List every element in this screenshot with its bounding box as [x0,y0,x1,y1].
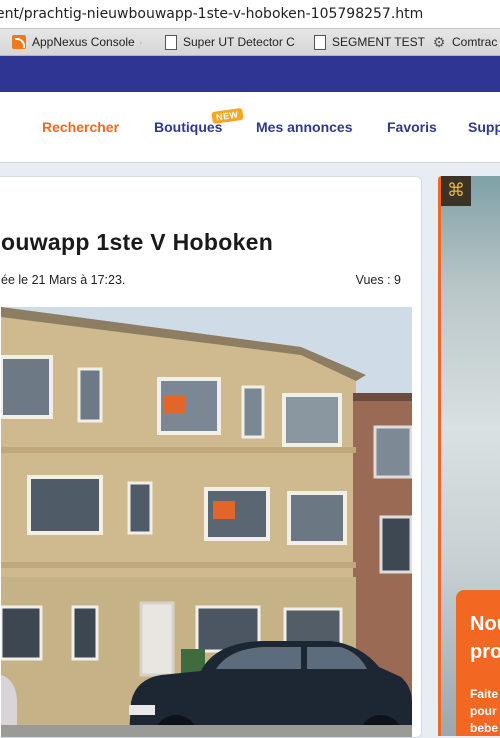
bookmarks-bar: AppNexus Console · Super UT Detector C S… [0,29,500,56]
bookmark-comtrac[interactable]: ⚙ Comtrac [432,34,498,50]
page-icon [314,34,326,50]
address-bar[interactable]: ent/prachtig-nieuwbouwapp-1ste-v-hoboken… [0,0,500,29]
ad-logo: ⌘ [441,176,471,206]
listing-title: ouwapp 1ste V Hoboken [1,229,274,255]
new-badge: NEW [211,107,244,125]
gear-icon: ⚙ [432,34,446,50]
ad-accent-border [438,176,441,736]
main-nav: Rechercher Boutiques NEW Mes annonces Fa… [0,92,500,163]
appnexus-icon [12,35,26,49]
nav-mes-annonces[interactable]: Mes annonces [256,119,352,135]
bookmark-label: AppNexus Console [32,35,135,49]
listing-views: Vues : 9 [355,273,401,287]
ad-text-line: bebe [470,721,499,735]
nav-rechercher[interactable]: Rechercher [42,119,119,135]
nav-favoris[interactable]: Favoris [387,119,437,135]
nav-support[interactable]: Supp [468,119,500,135]
bookmark-label: SEGMENT TEST [332,35,425,49]
ad-heading-line: pro [470,641,500,663]
site-header-band [0,56,500,92]
ad-promo-box[interactable]: Nou pro Faite pour bebe [456,590,500,736]
ad-heading-line: Nou [470,613,500,635]
url-text: ent/prachtig-nieuwbouwapp-1ste-v-hoboken… [0,6,424,22]
side-advertisement[interactable]: ⌘ Nou pro Faite pour bebe [438,176,500,736]
ad-text: Faite pour bebe [470,686,498,736]
page-icon [165,34,177,50]
listing-date: ée le 21 Mars à 17:23. [1,273,126,287]
bookmark-label: Comtrac [452,35,498,49]
listing-photo[interactable] [1,307,412,737]
bookmark-label: Super UT Detector C [183,35,295,49]
ad-text-line: pour [470,704,497,718]
building-photo [1,307,412,737]
bookmark-appnexus[interactable]: AppNexus Console · [12,34,143,50]
ad-text-line: Faite [470,687,499,701]
bookmark-segment-test[interactable]: SEGMENT TEST [314,34,425,50]
ad-heading: Nou pro [470,610,500,666]
listing-panel: ouwapp 1ste V Hoboken ée le 21 Mars à 17… [0,176,422,738]
bookmark-super-ut-detector[interactable]: Super UT Detector C [165,34,300,50]
